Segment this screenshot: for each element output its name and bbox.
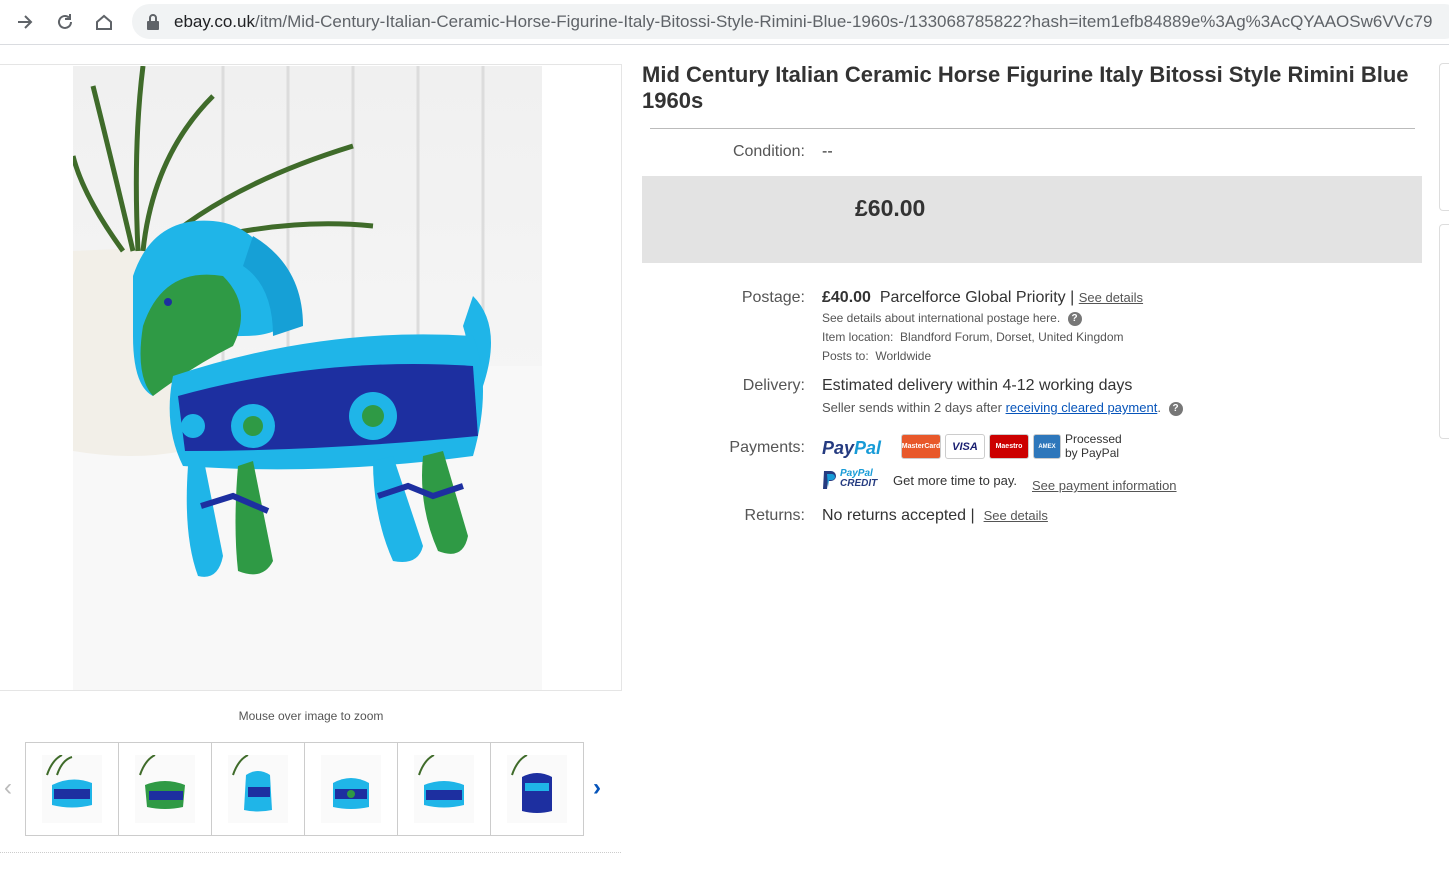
url-text: ebay.co.uk/itm/Mid-Century-Italian-Ceram… (174, 12, 1432, 32)
url-domain: ebay.co.uk (174, 11, 255, 31)
product-photo[interactable] (73, 66, 542, 690)
price-box (642, 176, 1422, 263)
browser-toolbar: ebay.co.uk/itm/Mid-Century-Italian-Ceram… (0, 0, 1449, 45)
thumbnail-next-icon[interactable]: › (593, 776, 609, 800)
card-logos: MasterCard VISA Maestro AMEX (901, 434, 1061, 459)
returns-value: No returns accepted | (822, 507, 975, 524)
item-title: Mid Century Italian Ceramic Horse Figuri… (642, 62, 1409, 113)
mastercard-icon: MasterCard (901, 434, 941, 459)
thumbnail-5[interactable] (397, 742, 491, 836)
posts-to-label: Posts to: (822, 349, 869, 363)
thumbnail-prev-icon[interactable]: ‹ (4, 776, 20, 800)
url-path: /itm/Mid-Century-Italian-Ceramic-Horse-F… (254, 11, 1433, 31)
see-payment-info-link[interactable]: See payment information (1032, 478, 1177, 493)
forward-icon[interactable] (10, 8, 40, 36)
thumbnail-4[interactable] (304, 742, 398, 836)
thumbnail-image (507, 755, 567, 823)
thumbnail-image (321, 755, 381, 823)
postage-label: Postage: (741, 289, 805, 306)
main-image-container[interactable] (0, 64, 622, 691)
intl-postage-note: See details about international postage … (822, 311, 1061, 325)
item-price: £60.00 (855, 195, 926, 221)
delivery-estimate: Estimated delivery within 4-12 working d… (822, 377, 1133, 394)
returns-label: Returns: (744, 507, 805, 524)
reload-icon[interactable] (50, 8, 80, 36)
visa-icon: VISA (945, 434, 985, 459)
paypal-pal-text: Pal (854, 438, 882, 458)
thumbnail-2[interactable] (118, 742, 212, 836)
paypal-credit-logo: PayPal CREDIT (822, 469, 882, 491)
processed-by-paypal: Processed by PayPal (1065, 432, 1122, 460)
thumbnail-image (228, 755, 288, 823)
item-location-label: Item location: (822, 330, 894, 344)
amex-icon: AMEX (1033, 434, 1061, 459)
side-panel-edge (1439, 63, 1449, 211)
lock-icon (146, 13, 160, 30)
item-location-value: Blandford Forum, Dorset, United Kingdom (900, 330, 1124, 344)
seller-sends-text: Seller sends within 2 days after (822, 400, 1002, 415)
returns-see-details-link[interactable]: See details (984, 508, 1048, 523)
intl-postage-row: See details about international postage … (822, 311, 1082, 326)
thumbnail-3[interactable] (211, 742, 305, 836)
postage-cost: £40.00 (822, 289, 871, 306)
postage-see-details-link[interactable]: See details (1079, 290, 1143, 305)
side-panel-edge (1439, 224, 1449, 439)
period: . (1157, 400, 1161, 415)
paypal-pay-text: Pay (822, 438, 855, 458)
posts-to-row: Posts to: Worldwide (822, 349, 931, 363)
thumbnail-image (42, 755, 102, 823)
processed-line-1: Processed (1065, 432, 1122, 446)
delivery-label: Delivery: (742, 377, 805, 394)
paypal-p-icon (823, 471, 836, 489)
cleared-payment-link[interactable]: receiving cleared payment (1006, 400, 1158, 415)
returns-row: No returns accepted | See details (822, 507, 1048, 525)
condition-value: -- (822, 143, 833, 160)
processed-line-2: by PayPal (1065, 446, 1120, 460)
thumbnail-image (135, 755, 195, 823)
postage-service: Parcelforce Global Priority | (879, 289, 1075, 306)
paypal-credit-line-2: CREDIT (840, 478, 878, 489)
condition-label: Condition: (732, 143, 805, 160)
payments-label: Payments: (729, 439, 805, 456)
credit-text: Get more time to pay. (893, 473, 1018, 488)
home-icon[interactable] (89, 8, 119, 36)
seller-sends-row: Seller sends within 2 days after receivi… (822, 400, 1183, 416)
maestro-icon: Maestro (989, 434, 1029, 459)
thumbnail-1[interactable] (25, 742, 119, 836)
address-bar[interactable]: ebay.co.uk/itm/Mid-Century-Italian-Ceram… (132, 4, 1449, 39)
thumbnail-strip (25, 742, 584, 836)
thumbnail-6[interactable] (490, 742, 584, 836)
zoom-hint: Mouse over image to zoom (238, 709, 384, 723)
thumbnail-image (414, 755, 474, 823)
postage-row: £40.00 Parcelforce Global Priority | See… (822, 289, 1143, 307)
help-icon[interactable]: ? (1168, 401, 1183, 416)
item-location-row: Item location: Blandford Forum, Dorset, … (822, 330, 1123, 344)
help-icon[interactable]: ? (1067, 311, 1082, 326)
divider (0, 852, 621, 853)
paypal-logo: PayPal (822, 438, 881, 459)
posts-to-value: Worldwide (875, 349, 932, 363)
divider (650, 128, 1415, 129)
